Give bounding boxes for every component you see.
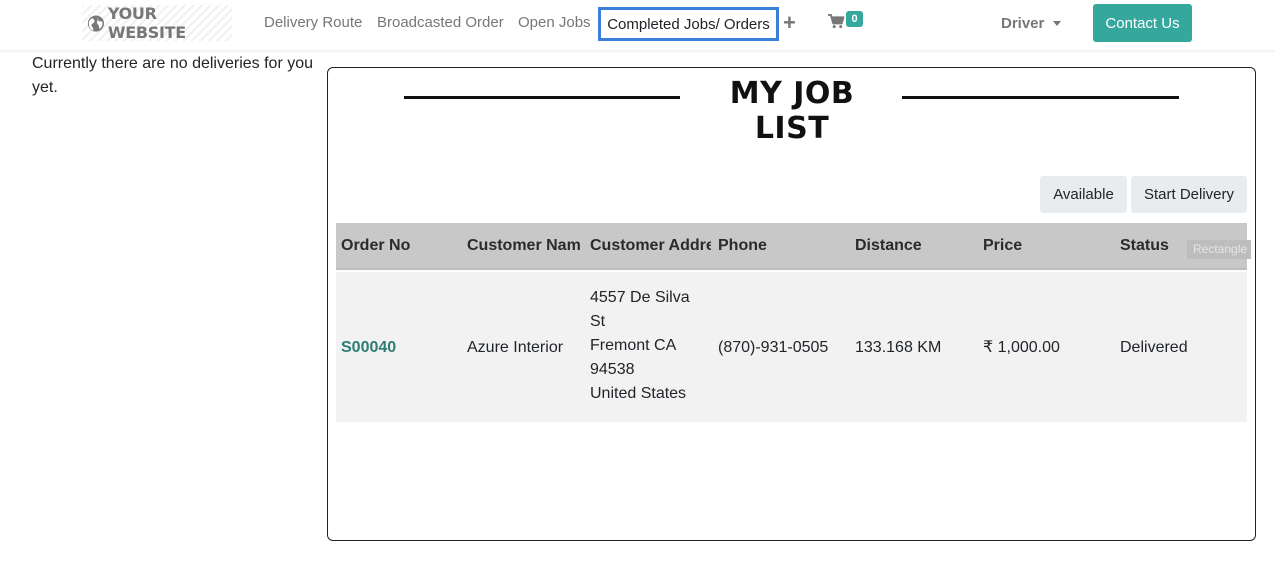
user-menu-label: Driver <box>1001 15 1045 32</box>
column-header-phone[interactable]: Phone <box>718 223 838 269</box>
logo-text: YOUR WEBSITE <box>107 4 186 42</box>
column-header-price[interactable]: Price <box>983 223 1103 269</box>
plus-icon[interactable]: + <box>783 12 796 34</box>
price-cell: ₹ 1,000.00 <box>983 339 1060 356</box>
customer-name-cell: Azure Interior <box>467 339 564 356</box>
contact-us-button[interactable]: Contact Us <box>1093 4 1192 42</box>
rectangle-overlay-label: Rectangle <box>1187 240 1251 259</box>
column-header-order-no[interactable]: Order No <box>341 223 459 269</box>
globe-icon <box>87 14 104 32</box>
available-button[interactable]: Available <box>1040 176 1127 213</box>
top-navbar: YOUR WEBSITE Delivery Route Broadcasted … <box>0 0 1275 50</box>
start-delivery-button-label: Start Delivery <box>1143 186 1235 203</box>
available-button-label: Available <box>1053 186 1114 203</box>
job-table-header: Order No Customer Name Customer Address … <box>336 223 1247 270</box>
contact-us-label: Contact Us <box>1105 14 1180 32</box>
cart-count-badge: 0 <box>846 11 863 27</box>
title-rule-left <box>404 96 680 99</box>
caret-down-icon <box>1053 21 1062 26</box>
address-line: United States <box>590 385 687 402</box>
job-list-title: MY JOB LIST <box>729 76 855 146</box>
column-header-customer-name[interactable]: Customer Name <box>467 223 581 269</box>
cart-icon[interactable] <box>828 14 845 34</box>
nav-completed-jobs[interactable]: Completed Jobs/ Orders <box>598 7 779 41</box>
column-header-distance[interactable]: Distance <box>855 223 975 269</box>
column-header-customer-address[interactable]: Customer Address <box>590 223 711 269</box>
customer-address-cell: 4557 De Silva St Fremont CA 94538 United… <box>590 286 690 406</box>
column-header-status[interactable]: Status <box>1120 223 1190 269</box>
nav-completed-jobs-label: Completed Jobs/ Orders <box>607 15 770 33</box>
table-row[interactable]: S00040 Azure Interior 4557 De Silva St F… <box>336 272 1247 422</box>
no-deliveries-message: Currently there are no deliveries for yo… <box>32 55 314 96</box>
site-logo[interactable]: YOUR WEBSITE <box>82 4 232 42</box>
title-rule-right <box>902 96 1179 99</box>
start-delivery-button[interactable]: Start Delivery <box>1131 176 1247 213</box>
nav-broadcasted-order[interactable]: Broadcasted Order <box>377 14 504 31</box>
address-line: 94538 <box>590 361 635 378</box>
address-line: 4557 De Silva <box>590 289 690 306</box>
nav-open-jobs[interactable]: Open Jobs <box>518 14 591 31</box>
address-line: St <box>590 313 606 330</box>
distance-cell: 133.168 KM <box>855 339 942 356</box>
nav-delivery-route[interactable]: Delivery Route <box>264 14 362 31</box>
user-menu-dropdown[interactable]: Driver <box>1001 15 1062 32</box>
address-line: Fremont CA <box>590 337 677 354</box>
status-cell: Delivered <box>1120 339 1188 356</box>
order-number-link[interactable]: S00040 <box>341 336 396 360</box>
phone-cell: (870)-931-0505 <box>718 339 829 356</box>
